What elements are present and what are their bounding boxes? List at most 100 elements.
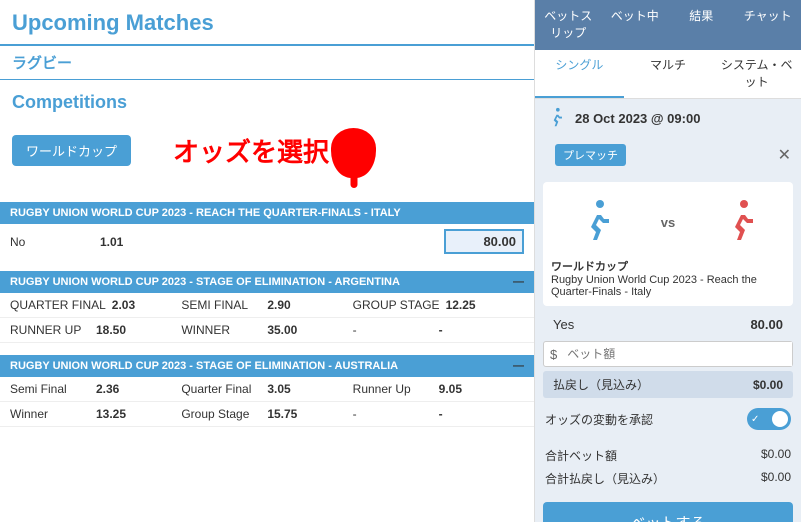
payout-label: 払戻し（見込み） [553, 376, 649, 393]
runner-icon [545, 107, 567, 129]
competition-name: ワールドカップ [551, 258, 785, 274]
team-red-icon [716, 198, 764, 246]
aus-w-label: Winner [10, 407, 90, 421]
w-label: WINNER [181, 323, 261, 337]
sport-label: ラグビー [0, 46, 534, 80]
stake-row[interactable]: $ [543, 341, 793, 367]
ru-odd: 18.50 [96, 323, 136, 337]
total-bet-label: 合計ベット額 [545, 447, 617, 464]
no-odd: 1.01 [100, 235, 140, 249]
totals-section: 合計ベット額 $0.00 合計払戻し（見込み） $0.00 [535, 440, 801, 494]
aus-qf-odd: 3.05 [267, 382, 307, 396]
total-payout-value: $0.00 [761, 470, 791, 487]
bet-item-aus-sf: Semi Final 2.36 [10, 382, 181, 396]
match-header-2: RUGBY UNION WORLD CUP 2023 - STAGE OF EL… [0, 271, 534, 293]
match-time-bar: 28 Oct 2023 @ 09:00 [535, 99, 801, 137]
odds-accept-row: オッズの変動を承認 ✓ [535, 402, 801, 436]
match-section-3: RUGBY UNION WORLD CUP 2023 - STAGE OF EL… [0, 355, 534, 427]
bet-item-aus-w: Winner 13.25 [10, 407, 181, 421]
aus-ru-odd: 9.05 [439, 382, 479, 396]
bet-item-sf: SEMI FINAL 2.90 [181, 298, 352, 312]
match-time-text: 28 Oct 2023 @ 09:00 [575, 111, 700, 126]
bet-item-w: WINNER 35.00 [181, 323, 352, 337]
yes-bet-row: Yes 80.00 [543, 312, 793, 337]
toggle-check-icon: ✓ [751, 414, 759, 425]
close-button[interactable]: ✕ [778, 145, 791, 165]
bet-item-aus-gs: Group Stage 15.75 [181, 407, 352, 421]
currency-symbol: $ [544, 347, 563, 362]
toggle-knob [772, 411, 788, 427]
pre-match-row: プレマッチ ✕ [535, 137, 801, 176]
match-row-aus-1: Semi Final 2.36 Quarter Final 3.05 Runne… [0, 377, 534, 402]
match-row-italy: No 1.01 [0, 224, 534, 259]
vs-text: vs [661, 215, 675, 230]
bet-item-qf: QUARTER FINAL 2.03 [10, 298, 181, 312]
sub-tab-system[interactable]: システム・ベット [712, 50, 801, 98]
tab-results[interactable]: 結果 [668, 0, 735, 50]
yes-odd-input[interactable] [444, 229, 524, 254]
match-teams: vs [551, 190, 785, 254]
drip-tail [350, 176, 357, 188]
match-card: vs ワールドカップ Rugby Union World Cup 2023 - … [543, 182, 793, 306]
tab-betslip[interactable]: ベットスリップ [535, 0, 602, 50]
tab-bar: ベットスリップ ベット中 結果 チャット [535, 0, 801, 50]
sf-odd: 2.90 [267, 298, 307, 312]
drip-icon [331, 128, 376, 178]
qf-odd: 2.03 [112, 298, 152, 312]
total-payout-row: 合計払戻し（見込み） $0.00 [545, 467, 791, 490]
gs-label: GROUP STAGE [353, 298, 440, 312]
aus-gs-odd: 15.75 [267, 407, 307, 421]
total-bet-row: 合計ベット額 $0.00 [545, 444, 791, 467]
total-bet-value: $0.00 [761, 447, 791, 464]
odds-accept-toggle[interactable]: ✓ [747, 408, 791, 430]
annotation-text: オッズを選択 [173, 132, 329, 169]
collapse-icon-3[interactable]: — [513, 360, 524, 372]
sub-tab-bar: シングル マルチ システム・ベット [535, 50, 801, 99]
tab-betting[interactable]: ベット中 [602, 0, 669, 50]
match-row-aus-2: Winner 13.25 Group Stage 15.75 - - [0, 402, 534, 427]
match-header-text-2: RUGBY UNION WORLD CUP 2023 - STAGE OF EL… [10, 276, 400, 288]
aus-dash-odd: - [439, 407, 479, 421]
match-info: ワールドカップ Rugby Union World Cup 2023 - Rea… [551, 258, 785, 298]
bet-item-ru: RUNNER UP 18.50 [10, 323, 181, 337]
match-header-text-1: RUGBY UNION WORLD CUP 2023 - REACH THE Q… [10, 207, 401, 219]
match-header-text-3: RUGBY UNION WORLD CUP 2023 - STAGE OF EL… [10, 360, 398, 372]
right-panel: ベットスリップ ベット中 結果 チャット シングル マルチ システム・ベット 2… [535, 0, 801, 522]
total-payout-label: 合計払戻し（見込み） [545, 470, 665, 487]
no-label: No [10, 235, 90, 249]
team-blue-icon [572, 198, 620, 246]
match-header-3: RUGBY UNION WORLD CUP 2023 - STAGE OF EL… [0, 355, 534, 377]
aus-qf-label: Quarter Final [181, 382, 261, 396]
aus-sf-odd: 2.36 [96, 382, 136, 396]
sf-label: SEMI FINAL [181, 298, 261, 312]
bet-item-aus-dash: - - [353, 407, 524, 421]
match-name: Rugby Union World Cup 2023 - Reach the Q… [551, 274, 757, 298]
gs-odd: 12.25 [446, 298, 486, 312]
yes-label: Yes [553, 317, 574, 332]
aus-w-odd: 13.25 [96, 407, 136, 421]
qf-label: QUARTER FINAL [10, 298, 106, 312]
aus-gs-label: Group Stage [181, 407, 261, 421]
dash1-odd: - [439, 323, 479, 337]
left-panel: Upcoming Matches ラグビー Competitions ワールドカ… [0, 0, 535, 522]
bet-item-aus-qf: Quarter Final 3.05 [181, 382, 352, 396]
match-row-arg-2: RUNNER UP 18.50 WINNER 35.00 - - [0, 318, 534, 343]
aus-ru-label: Runner Up [353, 382, 433, 396]
world-cup-button[interactable]: ワールドカップ [12, 135, 131, 166]
page-title: Upcoming Matches [0, 0, 534, 46]
bet-item-aus-ru: Runner Up 9.05 [353, 382, 524, 396]
competitions-title: Competitions [12, 92, 522, 113]
odds-accept-label: オッズの変動を承認 [545, 411, 653, 428]
tab-chat[interactable]: チャット [735, 0, 801, 50]
sub-tab-multi[interactable]: マルチ [624, 50, 713, 98]
collapse-icon-2[interactable]: — [513, 276, 524, 288]
competitions-section: Competitions ワールドカップ オッズを選択 [0, 80, 534, 190]
yes-odd: 80.00 [750, 317, 783, 332]
bet-button[interactable]: ベットする [543, 502, 793, 522]
match-header-1: RUGBY UNION WORLD CUP 2023 - REACH THE Q… [0, 202, 534, 224]
w-odd: 35.00 [267, 323, 307, 337]
sub-tab-single[interactable]: シングル [535, 50, 624, 98]
match-section-2: RUGBY UNION WORLD CUP 2023 - STAGE OF EL… [0, 271, 534, 343]
stake-input[interactable] [563, 342, 792, 366]
ru-label: RUNNER UP [10, 323, 90, 337]
